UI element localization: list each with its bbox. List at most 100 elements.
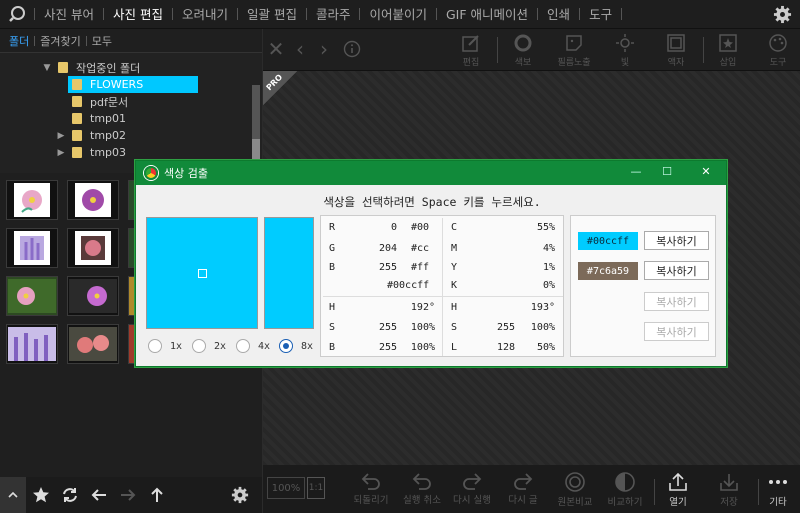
tool-label: 삽입 (719, 58, 737, 68)
zoom-option-1x[interactable]: 1x (148, 339, 182, 353)
tree-item-label: tmp01 (90, 112, 127, 125)
save-button[interactable]: 저장 (706, 471, 752, 511)
menu-collage[interactable]: 콜라주 (307, 0, 360, 29)
arrow-left-icon[interactable] (84, 477, 113, 513)
zoom-option-label: 1x (170, 340, 183, 352)
menu-photo-edit[interactable]: 사진 편집 (104, 0, 172, 29)
radio-button[interactable] (192, 339, 206, 353)
bottom-tool-label: 원본비교 (557, 497, 593, 508)
zoom-option-4x[interactable]: 4x (236, 339, 270, 353)
tool-tools[interactable]: 도구 (760, 33, 796, 69)
hsv-s-label: S (329, 322, 336, 333)
settings-gear-icon[interactable] (773, 5, 792, 27)
zoom-actual-size-button[interactable]: 1:1 (307, 477, 325, 499)
zoom-option-8x[interactable]: 8x (279, 339, 313, 353)
magnifier-preview[interactable] (146, 217, 258, 329)
menu-combine[interactable]: 이어붙이기 (360, 0, 436, 29)
thumbnail[interactable] (67, 276, 119, 316)
menu-divider (621, 8, 623, 20)
tab-folder[interactable]: 폴더 (4, 33, 34, 49)
dialog-title-bar: 색상 검출 — ☐ ✕ (136, 161, 726, 185)
radio-button-selected[interactable] (279, 339, 293, 353)
open-button[interactable]: 열기 (655, 471, 701, 511)
zoom-option-2x[interactable]: 2x (192, 339, 226, 353)
next-icon[interactable]: › (313, 37, 335, 61)
crosshair-cursor-icon (198, 269, 207, 278)
thumbnail[interactable] (6, 324, 58, 364)
color-swatch-preview (264, 217, 314, 329)
radio-button[interactable] (148, 339, 162, 353)
thumbnail[interactable] (67, 228, 119, 268)
refresh-icon[interactable] (55, 477, 84, 513)
copy-button-disabled[interactable]: 복사하기 (644, 322, 709, 341)
menu-cutout[interactable]: 오려내기 (173, 0, 237, 29)
copy-button[interactable]: 복사하기 (644, 231, 709, 250)
rgb-g-value: 204 (378, 243, 397, 254)
copy-button[interactable]: 복사하기 (644, 261, 709, 280)
thumbnail[interactable] (6, 180, 58, 220)
redo-text-button[interactable]: 다시 글 (500, 471, 546, 511)
values-divider (442, 218, 443, 356)
tab-favorites[interactable]: 즐겨찾기 (35, 33, 85, 49)
compare-original-button[interactable]: 원본비교 (552, 471, 598, 511)
tool-insert[interactable]: 삽입 (710, 33, 746, 69)
radio-button[interactable] (236, 339, 250, 353)
menu-tools[interactable]: 도구 (580, 0, 621, 29)
tool-color[interactable]: 색보 (505, 33, 541, 69)
chevron-right-icon[interactable]: ▶ (56, 148, 66, 158)
tree-item-pdf[interactable]: pdf문서 (72, 93, 128, 110)
menu-photo-viewer[interactable]: 사진 뷰어 (35, 0, 103, 29)
chevron-right-icon[interactable]: ▶ (56, 131, 66, 141)
cmyk-c-label: C (451, 222, 458, 233)
tree-item-tmp03[interactable]: ▶ tmp03 (56, 144, 126, 161)
menu-gif-animation[interactable]: GIF 애니메이션 (437, 0, 537, 29)
flower-image-icon (21, 190, 42, 213)
chevron-down-icon[interactable]: ▼ (42, 63, 52, 73)
zoom-level[interactable]: 100% (267, 477, 305, 499)
tool-label: 액자 (667, 58, 685, 68)
tool-edit[interactable]: 편집 (453, 33, 489, 69)
insert-icon (719, 34, 737, 52)
app-logo-icon[interactable] (0, 0, 34, 29)
flower-image-icon (20, 236, 44, 260)
tree-item-tmp01[interactable]: tmp01 (72, 110, 126, 127)
bottom-tool-label: 다시 실행 (453, 495, 491, 506)
menu-batch-edit[interactable]: 일괄 편집 (238, 0, 306, 29)
dialog-title: 색상 검출 (164, 167, 208, 180)
previous-icon[interactable]: ‹ (289, 37, 311, 61)
maximize-icon[interactable]: ☐ (654, 165, 680, 181)
thumbnail[interactable] (67, 324, 119, 364)
compare-button[interactable]: 비교하기 (602, 471, 648, 511)
rgb-b-value: 255 (378, 262, 397, 273)
tree-scrollbar-thumb[interactable] (252, 139, 260, 159)
arrow-right-icon[interactable] (113, 477, 142, 513)
cancel-button[interactable]: 실행 취소 (399, 471, 445, 511)
redo-button[interactable]: 다시 실행 (449, 471, 495, 511)
collapse-up-icon[interactable] (0, 477, 26, 513)
tool-frame[interactable]: 액자 (658, 33, 694, 69)
close-icon[interactable]: ✕ (265, 37, 287, 61)
tree-item-tmp02[interactable]: ▶ tmp02 (56, 127, 126, 144)
undo-button[interactable]: 되돌리기 (348, 471, 394, 511)
arrow-up-icon[interactable] (142, 477, 171, 513)
save-icon (720, 474, 738, 491)
browser-settings-gear-icon[interactable] (225, 477, 254, 513)
bottom-tool-label: 열기 (669, 497, 687, 508)
more-button[interactable]: 기타 (755, 471, 800, 511)
tree-item-working-folder[interactable]: ▼ 작업중인 폴더 (42, 59, 141, 76)
close-icon[interactable]: ✕ (693, 165, 719, 181)
tab-all[interactable]: 모두 (87, 33, 117, 49)
folder-icon (72, 113, 82, 124)
tree-item-flowers[interactable]: FLOWERS (68, 76, 198, 93)
menu-print[interactable]: 인쇄 (538, 0, 579, 29)
thumbnail[interactable] (6, 228, 58, 268)
thumbnail[interactable] (6, 276, 58, 316)
app-color-icon (144, 166, 158, 180)
info-icon[interactable] (341, 38, 363, 60)
tool-light[interactable]: 빛 (607, 33, 643, 69)
minimize-icon[interactable]: — (623, 165, 649, 181)
thumbnail[interactable] (67, 180, 119, 220)
star-icon[interactable] (26, 477, 55, 513)
copy-button-disabled[interactable]: 복사하기 (644, 292, 709, 311)
tool-film[interactable]: 필름노출 (556, 33, 592, 69)
